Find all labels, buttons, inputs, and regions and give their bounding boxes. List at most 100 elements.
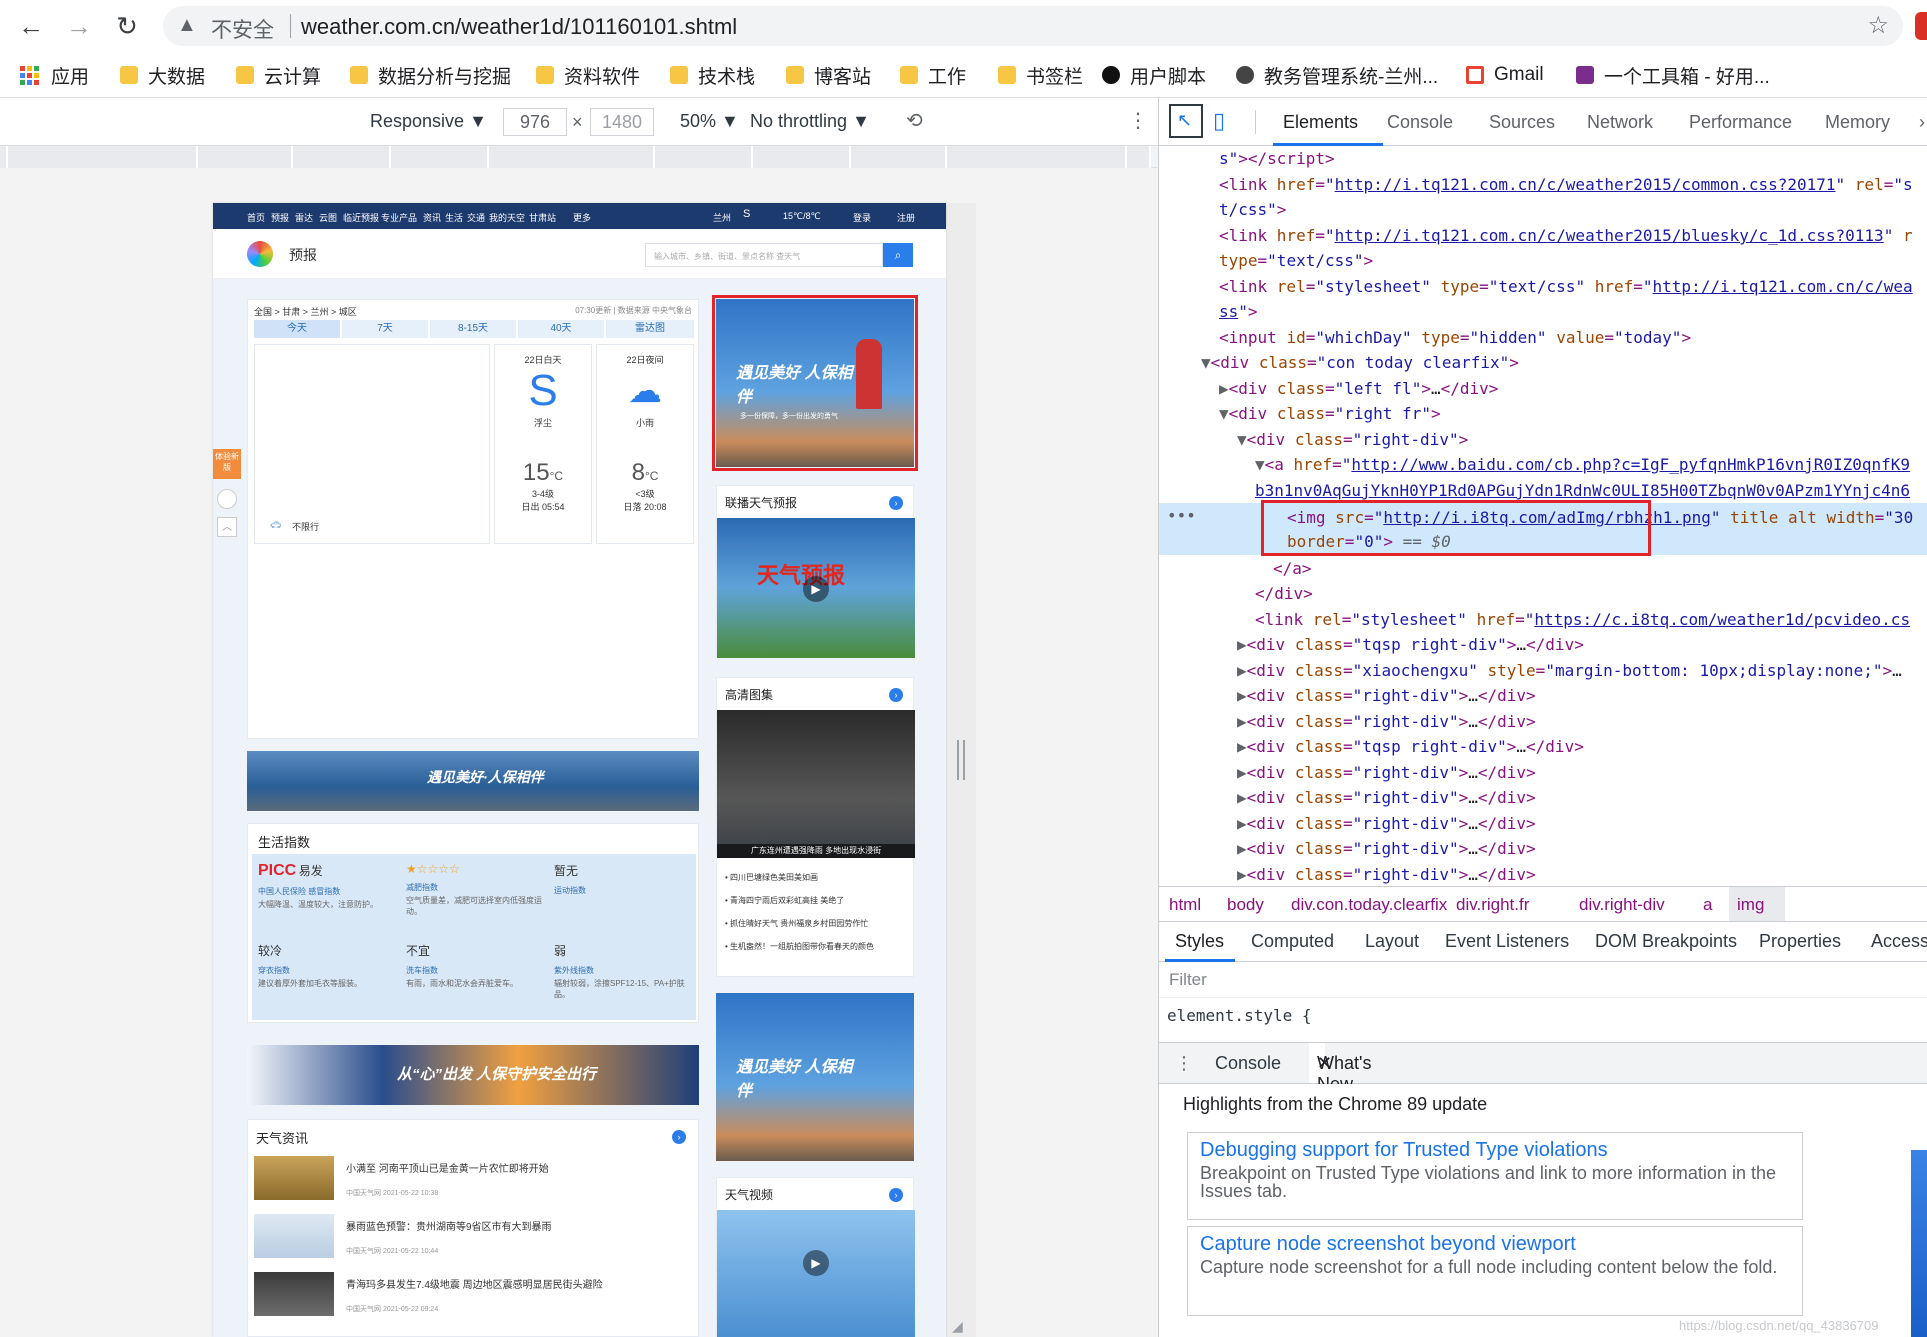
element-style-text[interactable]: element.style { [1167, 1006, 1312, 1025]
life-index-uv[interactable]: 弱 紫外线指数 辐射较弱，涂擦SPF12-15、PA+护肤品。 [554, 942, 694, 1000]
drawer-tab-console[interactable]: Console [1215, 1053, 1281, 1074]
more-options-icon[interactable]: ⋮ [1128, 108, 1148, 133]
width-input[interactable]: 976 [503, 108, 567, 136]
dom-line[interactable]: ▶<div class="xiaochengxu" style="margin-… [1237, 658, 1902, 684]
dom-line[interactable]: ▶<div class="right-div">…</div> [1237, 683, 1536, 709]
dom-line[interactable]: ▼<a href="http://www.baidu.com/cb.php?c=… [1255, 452, 1910, 478]
life-index-carwash[interactable]: 不宜 洗车指数 有雨，雨水和泥水会弄脏爱车。 [406, 942, 546, 989]
styles-filter-input[interactable]: Filter [1159, 962, 1927, 998]
dom-line[interactable]: <link rel="stylesheet" href="https://c.i… [1255, 607, 1910, 633]
dom-line[interactable]: ▶<div class="left fl">…</div> [1219, 376, 1498, 402]
weather-video-thumb[interactable]: ▶ [717, 1210, 915, 1337]
resize-corner-icon[interactable]: ◢ [952, 1318, 963, 1335]
back-icon[interactable]: ← [14, 9, 48, 43]
rotate-icon[interactable]: ⟲ [906, 108, 923, 133]
more-arrow-icon[interactable]: › [672, 1130, 686, 1144]
ruler-segment[interactable] [391, 146, 489, 168]
site-nav-item[interactable]: 资讯 [423, 211, 441, 224]
more-arrow-icon[interactable]: › [889, 1188, 903, 1202]
bookmark-folder[interactable]: 数据分析与挖掘 [350, 62, 511, 88]
site-nav-item[interactable]: 我的天空 [489, 211, 525, 224]
profile-avatar[interactable] [1915, 12, 1927, 40]
site-nav-item[interactable]: 预报 [271, 211, 289, 224]
device-toggle-icon[interactable]: ▯ [1213, 108, 1225, 134]
tab-8-15days[interactable]: 8-15天 [430, 320, 516, 338]
row-menu-icon[interactable]: ••• [1167, 503, 1196, 529]
dom-line[interactable]: ▶<div class="right-div">…</div> [1237, 785, 1536, 811]
life-index-dress[interactable]: 较冷 穿衣指数 建议着厚外套加毛衣等服装。 [258, 942, 398, 989]
search-icon[interactable]: ⌕ [883, 243, 913, 267]
throttling-dropdown[interactable]: No throttling ▼ [750, 111, 870, 132]
site-nav-item[interactable]: 首页 [247, 211, 265, 224]
card-title[interactable]: Capture node screenshot beyond viewport [1188, 1227, 1802, 1258]
dom-line[interactable]: ▼<div class="right-div"> [1237, 427, 1468, 453]
ruler-segment[interactable] [198, 146, 293, 168]
dom-tree[interactable]: s"></script> <link href="http://i.tq121.… [1159, 146, 1927, 886]
more-tabs-icon[interactable]: › [1919, 112, 1925, 133]
site-city[interactable]: 兰州 [713, 211, 731, 224]
site-nav-item[interactable]: 云图 [319, 211, 337, 224]
bookmark-userscript[interactable]: 用户脚本 [1102, 62, 1206, 88]
media-query-ruler[interactable] [0, 146, 1158, 168]
dom-line[interactable]: </a> [1273, 556, 1312, 582]
life-index-diet[interactable]: ★☆☆☆☆ 减肥指数 空气质量差，减肥可选择室内低强度运动。 [406, 862, 546, 917]
tab-memory[interactable]: Memory [1825, 112, 1890, 133]
crumb-body[interactable]: body [1227, 895, 1264, 915]
site-search-input[interactable]: 输入城市、乡镇、街道、景点名称 查天气 [645, 243, 883, 267]
whats-new-card[interactable]: Debugging support for Trusted Type viola… [1187, 1132, 1803, 1220]
site-logo-text[interactable]: 预报 [289, 245, 317, 265]
responsive-dropdown[interactable]: Responsive ▼ [370, 111, 487, 132]
site-logo-icon[interactable] [247, 241, 273, 267]
resize-handle-right[interactable] [957, 740, 965, 780]
tab-7days[interactable]: 7天 [342, 320, 428, 338]
dom-line[interactable]: t/css"> [1219, 197, 1286, 223]
site-nav-item[interactable]: 甘肃站 [529, 211, 556, 224]
tab-sources[interactable]: Sources [1489, 112, 1555, 133]
address-bar[interactable]: ▲ 不安全 weather.com.cn/weather1d/101160101… [163, 6, 1903, 46]
height-input[interactable]: 1480 [590, 108, 654, 136]
tab-dom-breakpoints[interactable]: DOM Breakpoints [1595, 931, 1737, 952]
url-text[interactable]: weather.com.cn/weather1d/101160101.shtml [301, 14, 737, 40]
gallery-link[interactable]: • 生机盎然！一组航拍图带你看春天的颜色 [725, 935, 874, 958]
tab-radar[interactable]: 雷达图 [606, 320, 694, 338]
bookmark-folder[interactable]: 技术栈 [670, 62, 755, 88]
site-nav-item[interactable]: 交通 [467, 211, 485, 224]
tab-console[interactable]: Console [1387, 112, 1453, 133]
banner-ad-picc[interactable]: 遇见美好·人保相伴 [247, 751, 699, 811]
broadcast-video-thumb[interactable]: 天气预报 ▶ [717, 518, 915, 658]
dom-line[interactable]: ▶<div class="right-div">…</div> [1237, 709, 1536, 735]
dom-line[interactable]: ▶<div class="right-div">…</div> [1237, 862, 1536, 886]
tab-network[interactable]: Network [1587, 112, 1653, 133]
tab-performance[interactable]: Performance [1689, 112, 1792, 133]
bookmark-jiaowu[interactable]: 教务管理系统-兰州... [1236, 62, 1438, 88]
ruler-segment[interactable] [489, 146, 655, 168]
back-to-top-icon[interactable]: ︿ [217, 517, 237, 537]
dom-line[interactable]: s"></script> [1219, 146, 1335, 172]
whats-new-card[interactable]: Capture node screenshot beyond viewport … [1187, 1226, 1803, 1316]
drawer-menu-icon[interactable]: ⋮ [1175, 1053, 1193, 1074]
crumb-a[interactable]: a [1703, 895, 1712, 915]
ruler-segment[interactable] [293, 146, 391, 168]
gallery-link[interactable]: • 四川巴塘绿色美田美如画 [725, 866, 874, 889]
dom-line[interactable]: ss"> [1219, 299, 1258, 325]
news-item-title[interactable]: 暴雨蓝色预警：贵州湖南等9省区市有大到暴雨 [346, 1218, 552, 1233]
tab-computed[interactable]: Computed [1251, 931, 1334, 952]
tab-accessibility[interactable]: Access [1871, 931, 1927, 952]
bookmark-apps[interactable]: 应用 [20, 62, 89, 88]
bookmark-star-icon[interactable]: ☆ [1867, 11, 1889, 40]
dom-line[interactable]: type="text/css"> [1219, 248, 1373, 274]
bookmark-folder[interactable]: 博客站 [786, 62, 871, 88]
crumb-div-right-div[interactable]: div.right-div [1579, 895, 1665, 915]
reload-icon[interactable]: ↻ [110, 9, 144, 43]
news-thumb[interactable] [254, 1156, 334, 1200]
dom-line[interactable]: <input id="whichDay" type="hidden" value… [1219, 325, 1691, 351]
site-nav-item[interactable]: 临近预报 [343, 211, 379, 224]
crumb-div-right[interactable]: div.right.fr [1456, 895, 1529, 915]
tab-elements[interactable]: Elements [1283, 112, 1358, 133]
bookmark-toolbox[interactable]: 一个工具箱 - 好用... [1576, 62, 1770, 88]
ruler-segment[interactable] [8, 146, 198, 168]
crumb-div-con[interactable]: div.con.today.clearfix [1291, 895, 1447, 915]
site-nav-item[interactable]: 更多 [573, 211, 591, 224]
bookmark-folder[interactable]: 资料软件 [536, 62, 640, 88]
dom-line[interactable]: ▼<div class="con today clearfix"> [1201, 350, 1519, 376]
